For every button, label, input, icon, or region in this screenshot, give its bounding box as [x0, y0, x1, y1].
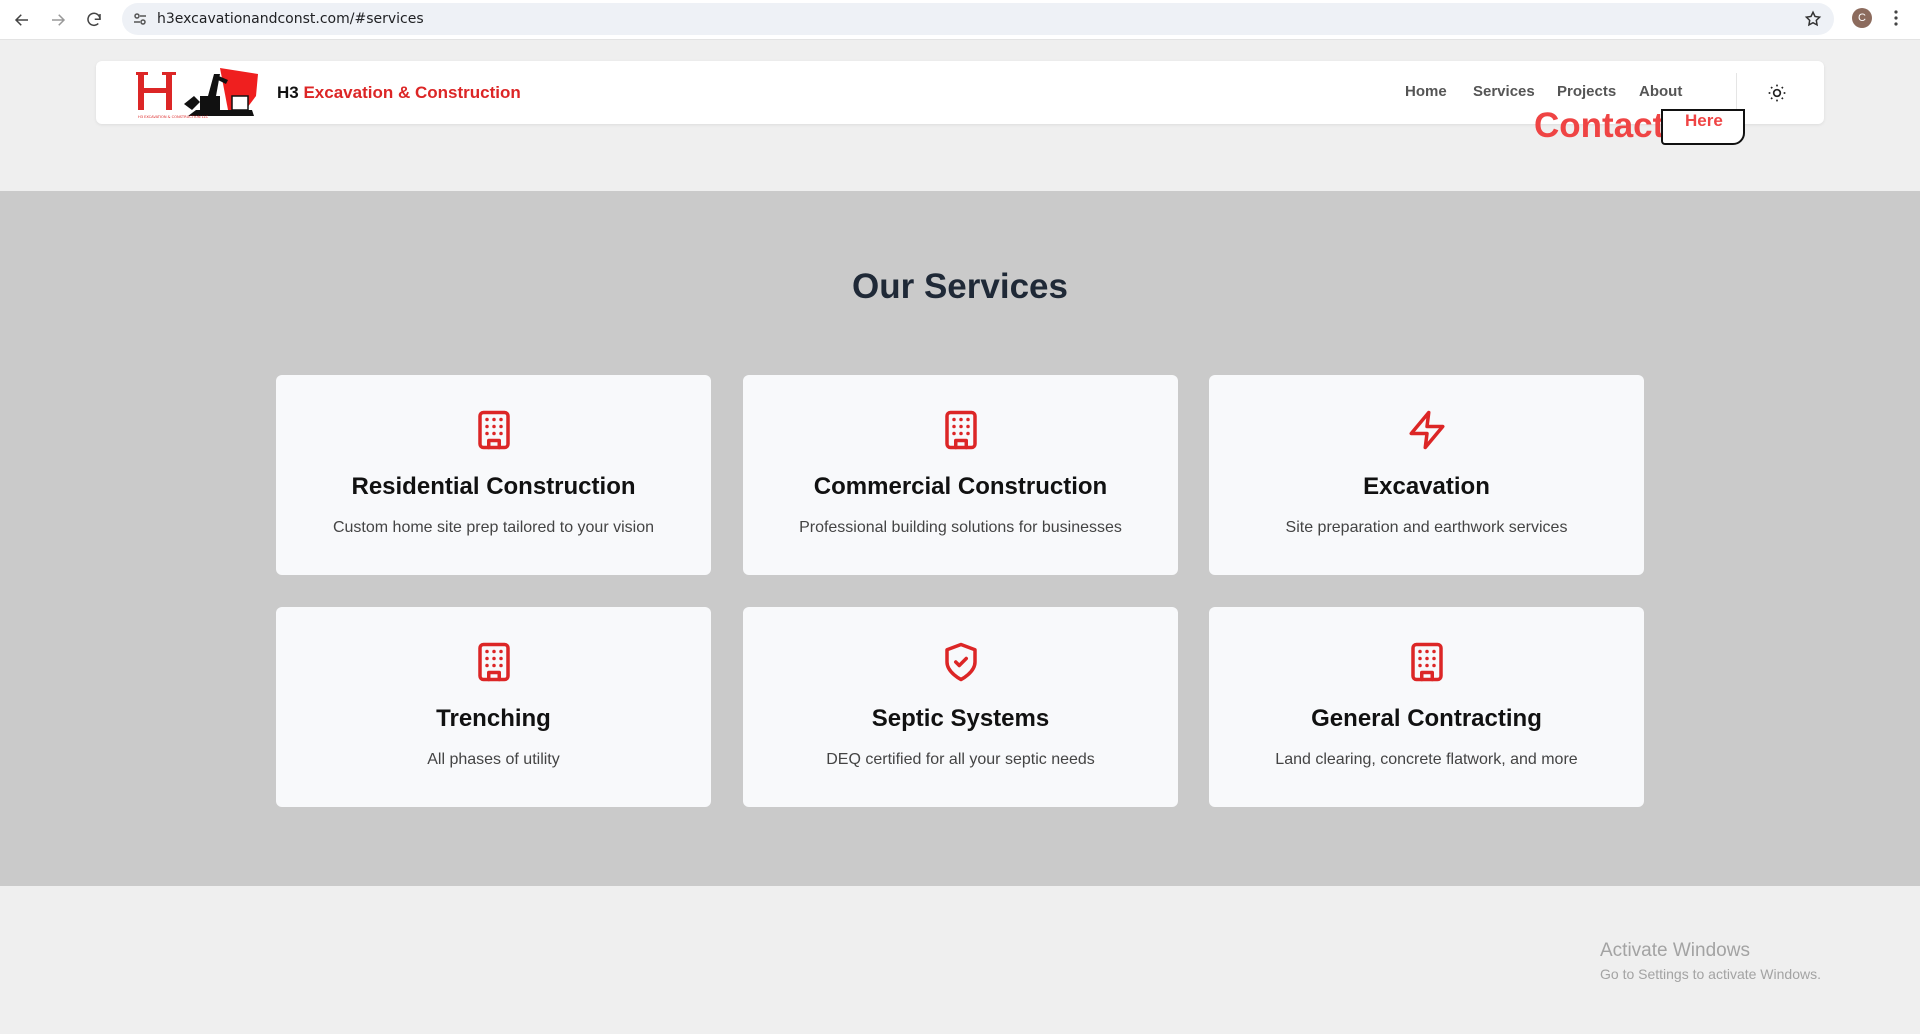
company-logo[interactable]: H3 EXCAVATION & CONSTRUCTION LLC	[136, 66, 260, 121]
service-card-excavation[interactable]: Excavation Site preparation and earthwor…	[1209, 375, 1644, 575]
service-title: Excavation	[1363, 473, 1490, 500]
service-description: DEQ certified for all your septic needs	[826, 751, 1095, 768]
watermark-subtitle: Go to Settings to activate Windows.	[1600, 966, 1821, 982]
address-bar[interactable]: h3excavationandconst.com/#services	[122, 3, 1834, 35]
service-title: General Contracting	[1311, 705, 1542, 732]
building-icon	[1411, 642, 1443, 682]
windows-activation-watermark: Activate Windows Go to Settings to activ…	[1600, 940, 1821, 982]
url-text: h3excavationandconst.com/#services	[157, 11, 424, 27]
profile-initial: C	[1858, 12, 1866, 24]
nav-divider	[1736, 73, 1737, 113]
brand-prefix: H3	[277, 83, 299, 102]
service-description: Custom home site prep tailored to your v…	[332, 519, 655, 536]
back-icon[interactable]	[10, 8, 34, 32]
here-button-label: Here	[1685, 111, 1723, 130]
nav-home[interactable]: Home	[1405, 83, 1447, 100]
service-description: Land clearing, concrete flatwork, and mo…	[1275, 751, 1578, 768]
service-title: Trenching	[436, 705, 551, 732]
watermark-title: Activate Windows	[1600, 940, 1750, 961]
building-icon	[478, 410, 510, 450]
building-icon	[478, 642, 510, 682]
profile-avatar[interactable]: C	[1852, 8, 1872, 28]
service-description: Professional building solutions for busi…	[799, 519, 1122, 536]
service-card-general-contracting[interactable]: General Contracting Land clearing, concr…	[1209, 607, 1644, 807]
sun-icon[interactable]	[1767, 83, 1787, 103]
service-title: Residential Construction	[351, 473, 636, 500]
brand-accent: Excavation & Construction	[303, 83, 521, 102]
service-card-commercial[interactable]: Commercial Construction Professional bui…	[743, 375, 1178, 575]
here-button[interactable]: Here	[1661, 109, 1745, 145]
shield-check-icon	[945, 642, 977, 682]
nav-about[interactable]: About	[1639, 83, 1682, 100]
logo-caption: H3 EXCAVATION & CONSTRUCTION LLC	[138, 115, 209, 119]
service-description: All phases of utility	[427, 751, 560, 768]
service-title: Septic Systems	[871, 705, 1050, 732]
building-icon	[945, 410, 977, 450]
nav-projects[interactable]: Projects	[1557, 83, 1616, 100]
browser-toolbar: h3excavationandconst.com/#services C	[0, 0, 1920, 40]
bookmark-star-icon[interactable]	[1804, 10, 1822, 28]
more-menu-icon[interactable]	[1890, 8, 1902, 28]
forward-icon[interactable]	[46, 8, 70, 32]
services-section: Our Services Residential Construction Cu…	[0, 191, 1920, 886]
service-title: Commercial Construction	[813, 473, 1108, 500]
service-card-residential[interactable]: Residential Construction Custom home sit…	[276, 375, 711, 575]
contact-link[interactable]: Contact	[1534, 106, 1664, 146]
section-title: Our Services	[852, 267, 1068, 306]
site-settings-icon[interactable]	[132, 11, 148, 27]
service-card-trenching[interactable]: Trenching All phases of utility	[276, 607, 711, 807]
service-description: Site preparation and earthwork services	[1285, 519, 1568, 536]
reload-icon[interactable]	[82, 8, 106, 32]
nav-services[interactable]: Services	[1473, 83, 1535, 100]
brand-name[interactable]: H3 Excavation & Construction	[277, 83, 521, 103]
lightning-icon	[1409, 410, 1445, 450]
service-card-septic[interactable]: Septic Systems DEQ certified for all you…	[743, 607, 1178, 807]
